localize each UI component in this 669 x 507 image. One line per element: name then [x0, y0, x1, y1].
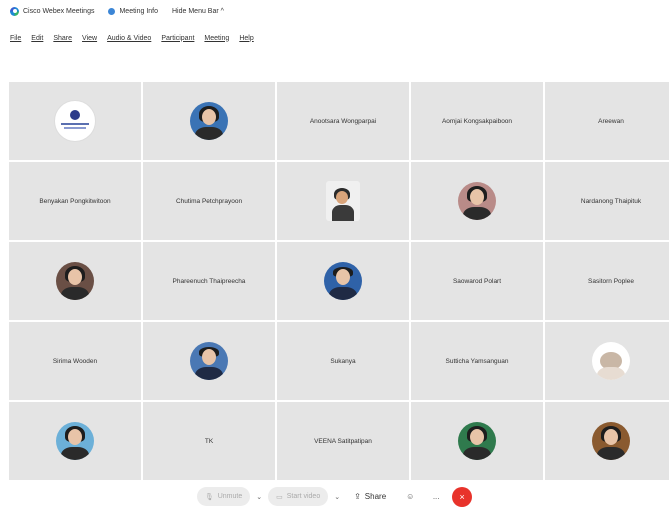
webex-logo-icon: [10, 6, 19, 16]
app-title-text: Cisco Webex Meetings: [23, 7, 95, 15]
audio-options-caret-icon[interactable]: ⌄: [256, 493, 262, 501]
meeting-info-button[interactable]: Meeting Info: [108, 7, 158, 15]
menu-audio-video[interactable]: Audio & Video: [107, 35, 151, 42]
participant-tile[interactable]: [143, 82, 275, 160]
meeting-info-label: Meeting Info: [119, 7, 158, 15]
menu-help[interactable]: Help: [239, 35, 253, 42]
participant-name: Sirima Wooden: [52, 357, 98, 365]
more-label: ...: [432, 492, 440, 501]
video-options-caret-icon[interactable]: ⌄: [334, 493, 340, 501]
end-meeting-button[interactable]: ×: [452, 486, 473, 507]
hide-menu-bar-button[interactable]: Hide Menu Bar ^: [172, 8, 224, 15]
microphone-off-icon: 🎙: [204, 493, 214, 501]
participant-avatar: [458, 422, 496, 460]
participant-avatar: [56, 422, 94, 460]
participant-tile[interactable]: Sukanya: [277, 322, 409, 400]
unmute-label: Unmute: [217, 493, 243, 500]
close-icon: ×: [459, 491, 465, 502]
participant-tile[interactable]: [143, 322, 275, 400]
participant-tile[interactable]: Phareenuch Thaipreecha: [143, 242, 275, 320]
participant-name: Aomjai Kongsakpaiboon: [441, 117, 513, 125]
participant-avatar: [190, 342, 228, 380]
participant-grid: Anootsara Wongparpai Aomjai Kongsakpaiboo…: [9, 82, 669, 483]
menu-edit[interactable]: Edit: [31, 35, 43, 42]
share-label: Share: [364, 492, 387, 501]
participant-name: TK: [204, 437, 214, 445]
participant-tile[interactable]: Aomjai Kongsakpaiboon: [411, 82, 543, 160]
participant-name: Sukanya: [330, 357, 356, 365]
participant-tile[interactable]: Saowarod Polart: [411, 242, 543, 320]
participant-tile[interactable]: Sasitorn Poplee: [545, 242, 669, 320]
share-button[interactable]: ⇪ Share: [346, 487, 395, 506]
share-icon: ⇪: [354, 492, 361, 501]
participant-avatar: [592, 422, 630, 460]
participant-tile[interactable]: Chutima Petchprayoon: [143, 162, 275, 240]
hide-menu-bar-label: Hide Menu Bar ^: [172, 7, 224, 15]
menu-participant[interactable]: Participant: [161, 35, 194, 42]
participant-avatar: [56, 262, 94, 300]
participant-tile[interactable]: Anootsara Wongparpai: [277, 82, 409, 160]
menu-share[interactable]: Share: [53, 35, 72, 42]
participant-tile[interactable]: Nardanong Thaipituk: [545, 162, 669, 240]
participant-avatar: [458, 182, 496, 220]
participant-tile[interactable]: TK: [143, 402, 275, 480]
participant-tile[interactable]: [411, 402, 543, 480]
participant-name: Benyakan Pongkitwitoon: [39, 197, 111, 205]
meeting-toolbar: 🎙 Unmute ⌄ ▭ Start video ⌄ ⇪ Share ☺ ...…: [0, 486, 669, 507]
reactions-button[interactable]: ☺: [400, 486, 421, 507]
participant-name: Sutticha Yamsanguan: [445, 357, 509, 365]
video-off-icon: ▭: [276, 493, 283, 501]
info-icon: [108, 7, 116, 15]
participant-name: Chutima Petchprayoon: [175, 197, 243, 205]
participant-tile[interactable]: [277, 162, 409, 240]
university-logo-avatar: [54, 100, 96, 142]
participant-avatar: [190, 102, 228, 140]
participant-tile[interactable]: Benyakan Pongkitwitoon: [9, 162, 141, 240]
participant-tile[interactable]: [9, 242, 141, 320]
participant-tile[interactable]: Sirima Wooden: [9, 322, 141, 400]
participant-name: Sasitorn Poplee: [588, 277, 634, 285]
participant-tile[interactable]: [277, 242, 409, 320]
participant-tile[interactable]: [545, 322, 669, 400]
participant-photo: [326, 181, 360, 221]
participant-name: Saowarod Polart: [452, 277, 502, 285]
title-bar: Cisco Webex Meetings Meeting Info Hide M…: [0, 0, 669, 22]
start-video-label: Start video: [286, 493, 321, 500]
more-options-button[interactable]: ...: [426, 486, 447, 507]
participant-tile[interactable]: [9, 402, 141, 480]
reactions-icon: ☺: [406, 492, 415, 501]
unmute-button[interactable]: 🎙 Unmute: [196, 487, 251, 506]
participant-tile[interactable]: Areewan: [545, 82, 669, 160]
participant-tile[interactable]: [545, 402, 669, 480]
participant-avatar: [592, 342, 630, 380]
participant-name: Nardanong Thaipituk: [580, 197, 642, 205]
participant-tile[interactable]: Sutticha Yamsanguan: [411, 322, 543, 400]
app-title: Cisco Webex Meetings: [10, 6, 95, 16]
menu-bar: File Edit Share View Audio & Video Parti…: [0, 30, 669, 46]
participant-avatar: [324, 262, 362, 300]
participant-name: VEENA Satitpatipan: [314, 437, 372, 445]
participant-name: Areewan: [598, 117, 624, 125]
menu-view[interactable]: View: [82, 35, 97, 42]
participant-name: Phareenuch Thaipreecha: [172, 277, 246, 285]
participant-tile[interactable]: VEENA Satitpatipan: [277, 402, 409, 480]
menu-file[interactable]: File: [10, 35, 21, 42]
participant-name: Anootsara Wongparpai: [309, 117, 377, 125]
participant-tile[interactable]: [411, 162, 543, 240]
start-video-button[interactable]: ▭ Start video: [268, 487, 329, 506]
menu-meeting[interactable]: Meeting: [204, 35, 229, 42]
participant-tile[interactable]: [9, 82, 141, 160]
